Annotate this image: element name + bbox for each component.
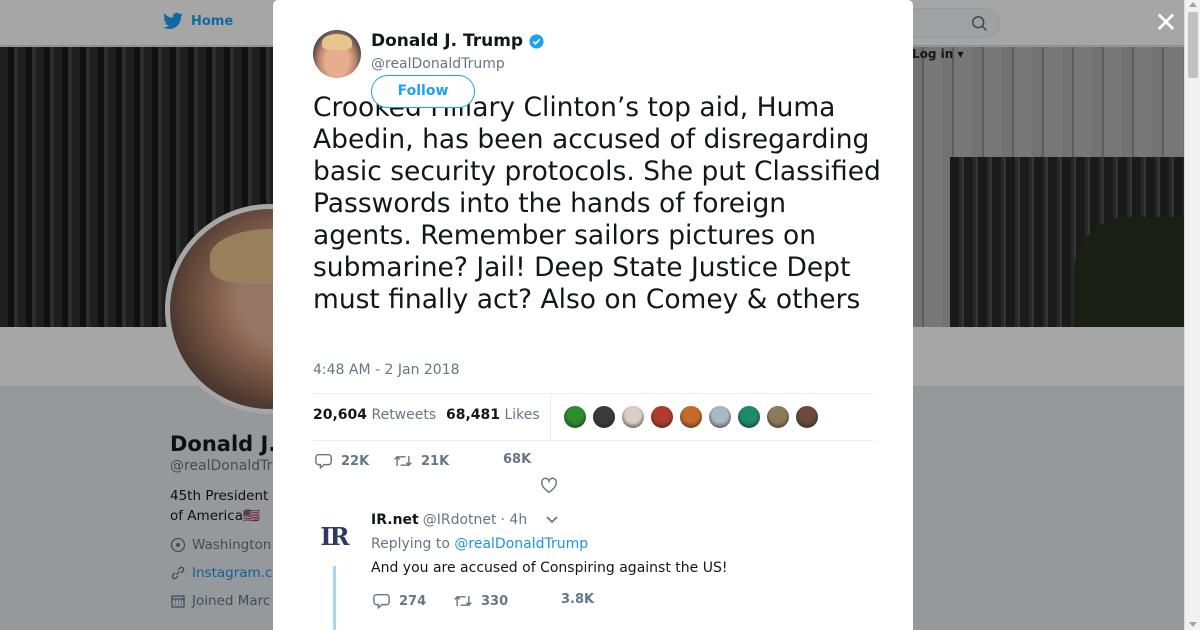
reply-like-action[interactable]: 3.8K: [561, 592, 594, 607]
liker-avatar[interactable]: [766, 405, 790, 429]
scroll-up-arrow-icon[interactable]: [1189, 2, 1197, 7]
replying-to-link[interactable]: @realDonaldTrump: [454, 536, 588, 552]
reply-retweet-count: 330: [481, 593, 509, 609]
tweet-actions: 22K 21K 68K: [313, 452, 873, 497]
retweet-action[interactable]: 21K: [393, 452, 449, 470]
likes-stat[interactable]: 68,481 Likes: [446, 407, 540, 423]
reply-author-handle[interactable]: @IRdotnet: [423, 512, 497, 528]
follow-button[interactable]: Follow: [371, 75, 475, 108]
page-scrollbar[interactable]: [1184, 0, 1200, 630]
reply-reply-count: 274: [399, 593, 427, 609]
liker-avatar[interactable]: [621, 405, 645, 429]
liker-avatar[interactable]: [650, 405, 674, 429]
likes-count: 68,481: [446, 407, 501, 423]
reply-author-avatar[interactable]: IR: [313, 515, 355, 557]
liker-avatars: [563, 405, 819, 429]
replying-to: Replying to @realDonaldTrump: [371, 536, 588, 552]
retweet-icon: [454, 595, 472, 607]
like-count-action[interactable]: 68K: [503, 452, 531, 467]
reply-text: And you are accused of Conspiring agains…: [371, 560, 728, 576]
reply-icon: [315, 453, 332, 470]
verified-badge-icon: [529, 33, 544, 49]
likes-label: Likes: [504, 407, 540, 423]
tweet-stats: 20,604 Retweets 68,481 Likes: [313, 393, 873, 441]
retweet-count: 21K: [421, 453, 450, 469]
liker-avatar[interactable]: [563, 405, 587, 429]
reply-time[interactable]: · 4h: [501, 512, 528, 528]
reply-actions: 274 330 3.8K: [371, 592, 771, 612]
reply-retweet-action[interactable]: 330: [453, 592, 508, 610]
tweet-modal: Donald J. Trump @realDonaldTrump Follow …: [273, 0, 913, 630]
author-name[interactable]: Donald J. Trump: [371, 31, 523, 51]
scroll-thumb[interactable]: [1188, 12, 1198, 78]
author-avatar[interactable]: [313, 30, 361, 78]
retweets-count: 20,604: [313, 407, 368, 423]
retweets-label: Retweets: [371, 407, 437, 423]
reply-reply-action[interactable]: 274: [373, 592, 426, 610]
close-modal-button[interactable]: ✕: [1154, 9, 1178, 37]
heart-icon[interactable]: [540, 477, 558, 494]
scroll-down-arrow-icon[interactable]: [1189, 622, 1197, 627]
reply-like-count: 3.8K: [561, 592, 595, 607]
liker-avatar[interactable]: [592, 405, 616, 429]
retweet-icon: [394, 455, 412, 467]
reply-action[interactable]: 22K: [315, 452, 369, 470]
author-name-row[interactable]: Donald J. Trump: [371, 31, 544, 51]
liker-avatar[interactable]: [679, 405, 703, 429]
liker-avatar[interactable]: [737, 405, 761, 429]
thread-line: [333, 566, 336, 630]
chevron-down-icon[interactable]: [545, 515, 559, 525]
login-dropdown[interactable]: Log in ▾: [912, 47, 964, 61]
reply-tweet[interactable]: IR IR.net @IRdotnet · 4h Replying to @re…: [313, 507, 873, 630]
reply-icon: [373, 593, 390, 610]
liker-avatar[interactable]: [795, 405, 819, 429]
tweet-timestamp[interactable]: 4:48 AM - 2 Jan 2018: [313, 362, 460, 378]
replying-prefix: Replying to: [371, 536, 450, 552]
reply-count: 22K: [341, 453, 370, 469]
tweet-text: Crooked Hillary Clinton’s top aid, Huma …: [313, 92, 881, 315]
retweets-stat[interactable]: 20,604 Retweets: [313, 407, 436, 423]
like-count: 68K: [503, 452, 532, 467]
reply-header: IR.net @IRdotnet · 4h: [371, 512, 559, 528]
reply-author-name[interactable]: IR.net: [371, 512, 419, 528]
liker-avatar[interactable]: [708, 405, 732, 429]
author-handle[interactable]: @realDonaldTrump: [371, 56, 505, 72]
